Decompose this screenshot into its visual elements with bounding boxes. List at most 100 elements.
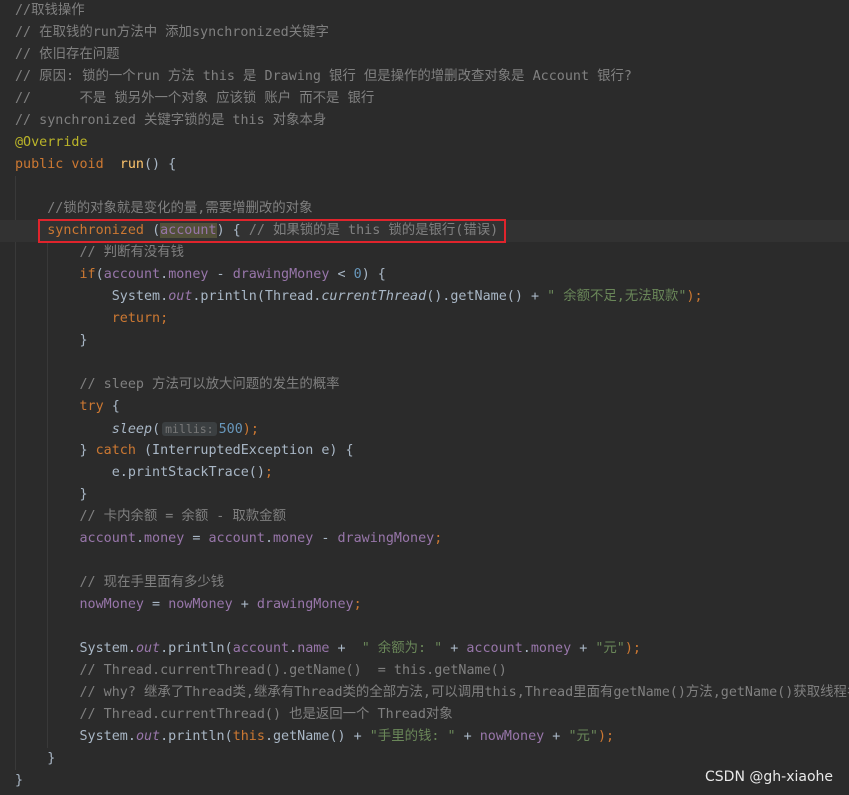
code-token: account	[208, 531, 265, 546]
code-token: .getName() +	[264, 729, 370, 744]
code-token: currentThread	[321, 289, 427, 304]
code-line[interactable]: // 卡内余额 = 余额 - 取款金额	[15, 506, 849, 528]
code-line[interactable]: System.out.println(account.name + " 余额为:…	[15, 638, 849, 660]
code-token: () {	[144, 157, 177, 172]
code-token: // 判断有没有钱	[79, 245, 185, 260]
code-token: +	[329, 641, 362, 656]
code-line[interactable]: // synchronized 关键字锁的是 this 对象本身	[15, 110, 849, 132]
code-token: +	[442, 641, 467, 656]
code-token: // 在取钱的run方法中 添加synchronized关键字	[15, 25, 329, 40]
code-line[interactable]: // 不是 锁另外一个对象 应该锁 账户 而不是 银行	[15, 88, 849, 110]
code-token: // Thread.currentThread() 也是返回一个 Thread对…	[79, 707, 453, 722]
code-line[interactable]: nowMoney = nowMoney + drawingMoney;	[15, 594, 849, 616]
code-token: +	[571, 641, 596, 656]
code-line[interactable]: // why? 继承了Thread类,继承有Thread类的全部方法,可以调用t…	[15, 682, 849, 704]
code-line[interactable]: }	[15, 748, 849, 770]
code-token: account	[79, 531, 136, 546]
code-line[interactable]: return;	[15, 308, 849, 330]
code-token: System.	[15, 289, 169, 304]
code-token: // 不是 锁另外一个对象 应该锁 账户 而不是 银行	[15, 91, 375, 106]
code-token: @Override	[15, 135, 88, 150]
code-token: nowMoney	[479, 729, 545, 744]
code-token: money	[273, 531, 314, 546]
code-line[interactable]: public void run() {	[15, 154, 849, 176]
code-token: "元"	[568, 729, 598, 744]
code-line[interactable]: if(account.money - drawingMoney < 0) {	[15, 264, 849, 286]
code-line[interactable]: // 原因: 锁的一个run 方法 this 是 Drawing 银行 但是操作…	[15, 66, 849, 88]
code-token: out	[135, 641, 161, 656]
code-line[interactable]: } catch (InterruptedException e) {	[15, 440, 849, 462]
code-line[interactable]: System.out.println(Thread.currentThread(…	[15, 286, 849, 308]
code-token: return;	[111, 311, 169, 326]
code-token: this	[232, 729, 265, 744]
code-token: }	[15, 443, 96, 458]
code-token: {	[103, 399, 120, 414]
code-line[interactable]: @Override	[15, 132, 849, 154]
code-token: // 原因: 锁的一个run 方法 this 是 Drawing 银行 但是操作…	[15, 69, 632, 84]
code-token: (InterruptedException e) {	[144, 443, 354, 458]
code-line[interactable]: // sleep 方法可以放大问题的发生的概率	[15, 374, 849, 396]
code-line[interactable]: // 现在手里面有多少钱	[15, 572, 849, 594]
code-token: account	[103, 267, 161, 282]
code-line[interactable]: sleep(millis: 500);	[15, 418, 849, 440]
code-line[interactable]: e.printStackTrace();	[15, 462, 849, 484]
code-line[interactable]	[15, 352, 849, 374]
code-token: +	[544, 729, 569, 744]
code-line[interactable]	[15, 176, 849, 198]
code-token: // why? 继承了Thread类,继承有Thread类的全部方法,可以调用t…	[79, 685, 849, 700]
code-token: sleep	[111, 422, 153, 437]
code-line[interactable]	[15, 550, 849, 572]
code-token: // sleep 方法可以放大问题的发生的概率	[79, 377, 340, 392]
code-token: .	[289, 641, 298, 656]
code-line[interactable]: }	[15, 330, 849, 352]
code-token: (	[95, 267, 104, 282]
code-token: account	[232, 641, 290, 656]
code-token: 500	[218, 422, 243, 437]
code-line[interactable]: account.money = account.money - drawingM…	[15, 528, 849, 550]
code-line[interactable]	[15, 616, 849, 638]
code-line[interactable]: System.out.println(this.getName() + "手里的…	[15, 726, 849, 748]
code-line[interactable]: // Thread.currentThread() 也是返回一个 Thread对…	[15, 704, 849, 726]
code-token: System.	[15, 729, 136, 744]
code-token: "手里的钱: "	[369, 729, 456, 744]
code-token: );	[686, 289, 703, 304]
code-line[interactable]: // 判断有没有钱	[15, 242, 849, 264]
code-line[interactable]: // Thread.currentThread().getName() = th…	[15, 660, 849, 682]
code-token: drawingMoney	[232, 267, 330, 282]
code-token: drawingMoney	[256, 597, 354, 612]
code-token: "元"	[595, 641, 625, 656]
code-token: =	[144, 597, 169, 612]
code-token: -	[208, 267, 233, 282]
code-line[interactable]: // 在取钱的run方法中 添加synchronized关键字	[15, 22, 849, 44]
code-token: try	[79, 399, 104, 414]
code-token: " 余额为: "	[361, 641, 443, 656]
code-token: 0	[353, 267, 362, 282]
code-line[interactable]: //取钱操作	[15, 0, 849, 22]
code-token: ;	[264, 465, 273, 480]
code-line[interactable]: // 依旧存在问题	[15, 44, 849, 66]
code-line[interactable]: //锁的对象就是变化的量,需要增删改的对象	[15, 198, 849, 220]
code-token: run	[119, 157, 144, 172]
code-token: }	[15, 751, 56, 766]
code-token: );	[597, 729, 615, 744]
code-token: //取钱操作	[15, 3, 85, 18]
code-token: );	[624, 641, 641, 656]
code-token: // Thread.currentThread().getName() = th…	[79, 663, 507, 678]
code-token: money	[144, 531, 185, 546]
code-line[interactable]: try {	[15, 396, 849, 418]
code-line[interactable]: }	[15, 484, 849, 506]
code-token: public void	[15, 157, 120, 172]
code-editor[interactable]: //取钱操作 // 在取钱的run方法中 添加synchronized关键字 // …	[0, 0, 849, 792]
code-token: // 现在手里面有多少钱	[79, 575, 225, 590]
code-token: //锁的对象就是变化的量,需要增删改的对象	[47, 201, 313, 216]
code-token: drawingMoney	[337, 531, 435, 546]
